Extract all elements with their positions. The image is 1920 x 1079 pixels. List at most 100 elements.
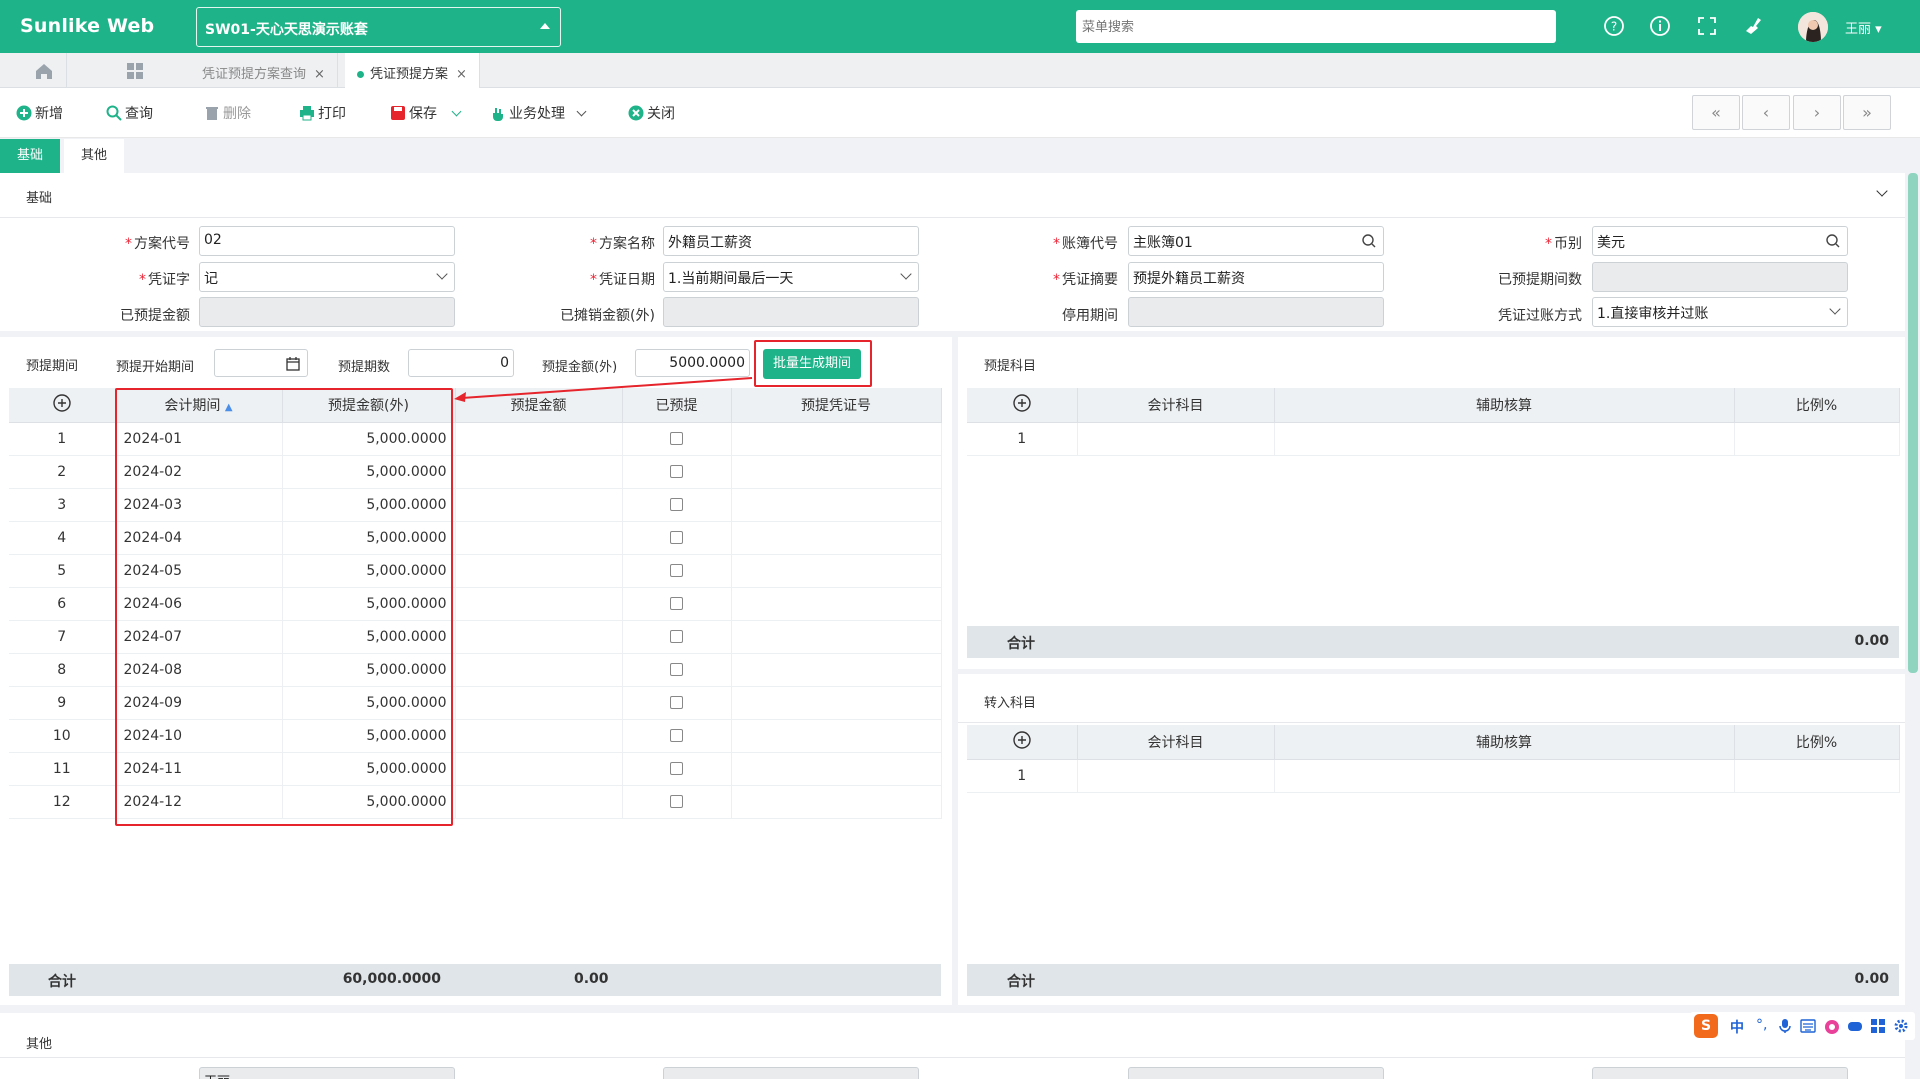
grid-apps-icon[interactable]: [113, 53, 158, 88]
account-cell[interactable]: [1077, 759, 1275, 793]
amount-cell[interactable]: [455, 686, 623, 720]
accrued-checkbox[interactable]: [670, 696, 683, 709]
chevron-down-icon[interactable]: [577, 106, 587, 117]
subtab-basic[interactable]: 基础: [0, 139, 60, 173]
currency-field[interactable]: 美元: [1592, 226, 1848, 256]
col-header-ratio[interactable]: 比例%: [1734, 725, 1900, 760]
voucher-no-cell[interactable]: [731, 620, 942, 654]
accrued-checkbox[interactable]: [670, 729, 683, 742]
voucher-no-cell[interactable]: [731, 455, 942, 489]
ime-toolbar[interactable]: S 中 °,: [1690, 1012, 1915, 1040]
chevron-down-icon[interactable]: [452, 106, 462, 117]
prev-page-button[interactable]: ‹: [1742, 95, 1790, 130]
info-icon[interactable]: [1649, 15, 1671, 37]
last-page-button[interactable]: »: [1843, 95, 1891, 130]
auxiliary-cell[interactable]: [1274, 759, 1735, 793]
skin-icon[interactable]: [1823, 1017, 1841, 1035]
toolbox-grid-icon[interactable]: [1870, 1018, 1886, 1034]
tab-scheme[interactable]: 凭证预提方案 ×: [345, 53, 480, 88]
save-button[interactable]: 保存: [390, 103, 462, 123]
close-icon[interactable]: ×: [314, 67, 325, 82]
amount-cell[interactable]: [455, 719, 623, 753]
calendar-icon[interactable]: [285, 356, 301, 372]
voucher-summary-field[interactable]: 预提外籍员工薪资: [1128, 262, 1384, 292]
chevron-down-icon[interactable]: [1876, 185, 1888, 197]
col-header-account[interactable]: 会计科目: [1077, 388, 1275, 423]
ratio-cell[interactable]: [1734, 422, 1900, 456]
period-count-input[interactable]: 0: [408, 349, 514, 377]
account-cell[interactable]: [1077, 422, 1275, 456]
book-code-field[interactable]: 主账簿01: [1128, 226, 1384, 256]
close-icon[interactable]: ×: [456, 67, 467, 82]
voucher-no-cell[interactable]: [731, 653, 942, 687]
menu-search-input[interactable]: [1076, 10, 1556, 43]
voucher-no-cell[interactable]: [731, 785, 942, 819]
tab-scheme-query[interactable]: 凭证预提方案查询 ×: [190, 53, 338, 88]
col-header-auxiliary[interactable]: 辅助核算: [1274, 725, 1735, 760]
accrued-checkbox[interactable]: [670, 531, 683, 544]
table-row[interactable]: 1: [967, 759, 1900, 793]
search-icon[interactable]: [1825, 233, 1841, 249]
voucher-no-cell[interactable]: [731, 719, 942, 753]
accrued-checkbox[interactable]: [670, 795, 683, 808]
subtab-other[interactable]: 其他: [64, 139, 124, 173]
accrued-checkbox[interactable]: [670, 762, 683, 775]
broom-icon[interactable]: [1743, 15, 1765, 37]
table-row[interactable]: 1: [967, 422, 1900, 456]
add-row-button[interactable]: [967, 725, 1078, 760]
amount-cell[interactable]: [455, 554, 623, 588]
col-header-account[interactable]: 会计科目: [1077, 725, 1275, 760]
ime-punct-icon[interactable]: °,: [1756, 1017, 1767, 1033]
new-button[interactable]: 新增: [16, 103, 63, 123]
accrued-checkbox[interactable]: [670, 564, 683, 577]
col-header-ratio[interactable]: 比例%: [1734, 388, 1900, 423]
business-button[interactable]: 业务处理: [490, 103, 587, 123]
settings-gear-icon[interactable]: [1893, 1018, 1909, 1034]
amount-cell[interactable]: [455, 620, 623, 654]
print-button[interactable]: 打印: [299, 103, 346, 123]
first-page-button[interactable]: «: [1692, 95, 1740, 130]
amount-cell[interactable]: [455, 455, 623, 489]
next-page-button[interactable]: ›: [1793, 95, 1841, 130]
page-scrollbar[interactable]: [1908, 173, 1918, 673]
ime-language[interactable]: 中: [1730, 1017, 1744, 1037]
voucher-date-select[interactable]: 1.当前期间最后一天: [663, 262, 919, 292]
voucher-no-cell[interactable]: [731, 554, 942, 588]
voucher-no-cell[interactable]: [731, 686, 942, 720]
close-button[interactable]: 关闭: [628, 103, 675, 123]
amount-cell[interactable]: [455, 587, 623, 621]
amount-cell[interactable]: [455, 488, 623, 522]
voucher-no-cell[interactable]: [731, 521, 942, 555]
scheme-code-field[interactable]: 02: [199, 226, 455, 256]
accrued-checkbox[interactable]: [670, 465, 683, 478]
add-row-button[interactable]: [9, 388, 116, 423]
avatar[interactable]: [1798, 12, 1828, 42]
accrual-amount-input[interactable]: 5000.0000: [635, 349, 750, 377]
col-header-voucher-no[interactable]: 预提凭证号: [731, 388, 942, 423]
accrued-checkbox[interactable]: [670, 498, 683, 511]
scheme-name-field[interactable]: 外籍员工薪资: [663, 226, 919, 256]
accrued-checkbox[interactable]: [670, 663, 683, 676]
accrued-checkbox[interactable]: [670, 432, 683, 445]
account-selector[interactable]: SW01-天心天思演示账套: [196, 7, 561, 47]
amount-cell[interactable]: [455, 653, 623, 687]
help-icon[interactable]: ?: [1603, 15, 1625, 37]
voucher-no-cell[interactable]: [731, 587, 942, 621]
amount-cell[interactable]: [455, 785, 623, 819]
amount-cell[interactable]: [455, 521, 623, 555]
amount-cell[interactable]: [455, 752, 623, 786]
auxiliary-cell[interactable]: [1274, 422, 1735, 456]
user-menu[interactable]: 王丽 ▾: [1845, 18, 1882, 37]
col-header-auxiliary[interactable]: 辅助核算: [1274, 388, 1735, 423]
posting-method-select[interactable]: 1.直接审核并过账: [1592, 297, 1848, 327]
keyboard-icon[interactable]: [1800, 1019, 1816, 1033]
start-period-input[interactable]: [214, 349, 308, 377]
gamepad-icon[interactable]: [1847, 1019, 1863, 1033]
ratio-cell[interactable]: [1734, 759, 1900, 793]
voucher-no-cell[interactable]: [731, 488, 942, 522]
accrued-checkbox[interactable]: [670, 630, 683, 643]
search-icon[interactable]: [1361, 233, 1377, 249]
voucher-word-select[interactable]: 记: [199, 262, 455, 292]
voucher-no-cell[interactable]: [731, 752, 942, 786]
fullscreen-icon[interactable]: [1696, 15, 1718, 37]
